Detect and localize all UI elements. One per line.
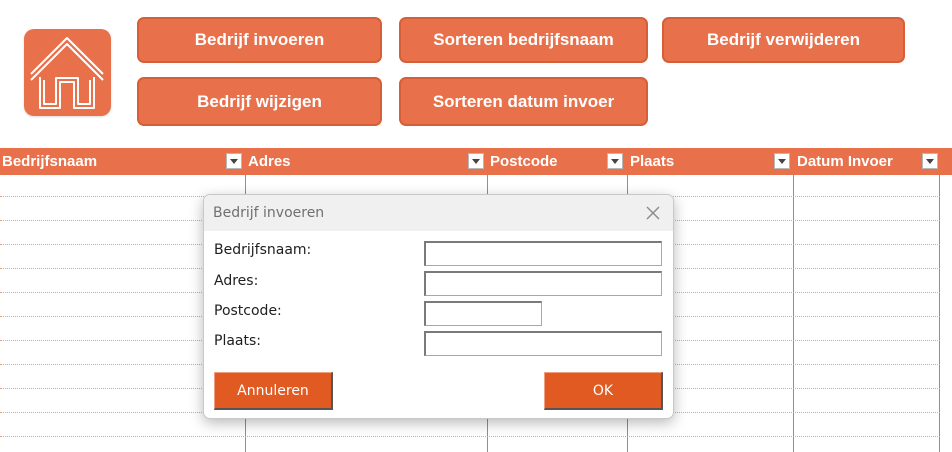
filter-dropdown-adres[interactable]	[468, 153, 484, 169]
bedrijf-invoeren-dialog: Bedrijf invoeren Bedrijfsnaam: Adres: Po…	[203, 194, 674, 419]
bedrijf-invoeren-button[interactable]: Bedrijf invoeren	[137, 17, 382, 63]
home-button[interactable]	[24, 29, 111, 116]
column-header-plaats: Plaats	[630, 153, 675, 170]
bedrijfsnaam-input[interactable]	[424, 241, 662, 266]
column-divider	[939, 148, 940, 452]
cancel-button[interactable]: Annuleren	[214, 372, 333, 410]
bedrijf-wijzigen-button[interactable]: Bedrijf wijzigen	[137, 77, 382, 126]
home-icon	[30, 37, 104, 109]
row-divider	[0, 436, 940, 437]
postcode-label: Postcode:	[214, 303, 282, 319]
dialog-titlebar: Bedrijf invoeren	[204, 195, 673, 231]
column-header-postcode: Postcode	[490, 153, 558, 170]
bedrijfsnaam-label: Bedrijfsnaam:	[214, 242, 312, 258]
table-header: Bedrijfsnaam Adres Postcode Plaats Datum…	[0, 148, 952, 175]
filter-dropdown-bedrijfsnaam[interactable]	[226, 153, 242, 169]
bedrijf-verwijderen-button[interactable]: Bedrijf verwijderen	[662, 17, 905, 63]
postcode-input[interactable]	[424, 301, 542, 326]
column-header-bedrijfsnaam: Bedrijfsnaam	[2, 153, 98, 170]
ok-button[interactable]: OK	[544, 372, 663, 410]
filter-dropdown-postcode[interactable]	[607, 153, 623, 169]
column-header-datum-invoer: Datum Invoer	[797, 153, 893, 170]
sorteren-datum-button[interactable]: Sorteren datum invoer	[399, 77, 648, 126]
filter-dropdown-plaats[interactable]	[774, 153, 790, 169]
close-icon[interactable]	[644, 204, 662, 222]
dialog-title: Bedrijf invoeren	[213, 205, 325, 221]
adres-input[interactable]	[424, 271, 662, 296]
plaats-input[interactable]	[424, 331, 662, 356]
sorteren-bedrijfsnaam-button[interactable]: Sorteren bedrijfsnaam	[399, 17, 648, 63]
plaats-label: Plaats:	[214, 333, 261, 349]
adres-label: Adres:	[214, 273, 259, 289]
column-divider	[793, 148, 794, 452]
filter-dropdown-datum-invoer[interactable]	[922, 153, 938, 169]
column-header-adres: Adres	[248, 153, 291, 170]
